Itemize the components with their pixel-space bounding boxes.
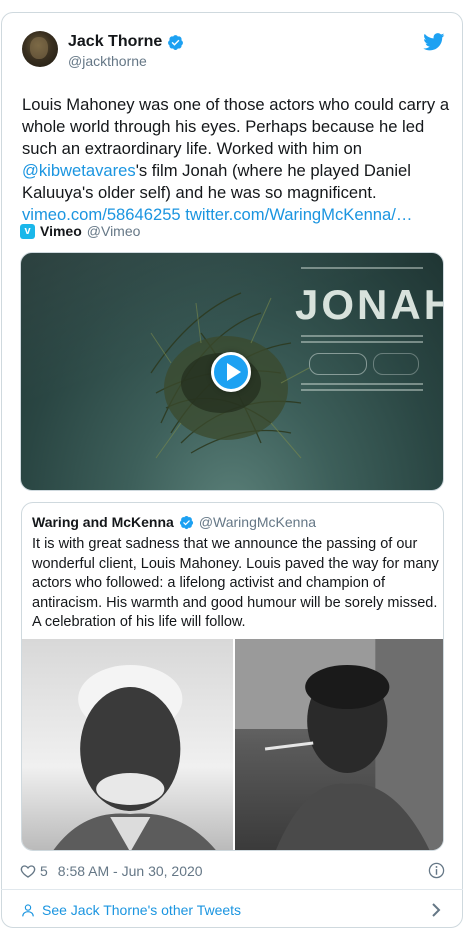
heart-icon[interactable]: [20, 863, 36, 879]
portrait-photo-older[interactable]: [22, 639, 233, 850]
verified-icon: [179, 515, 193, 529]
tweet-line: whole world through his eyes. Perhaps be…: [22, 117, 425, 136]
card-source-handle[interactable]: @Vimeo: [87, 223, 141, 239]
tweet-text: Louis Mahoney was one of those actors wh…: [22, 94, 450, 226]
quoted-line: antiracism. His warmth and good humour w…: [32, 594, 438, 611]
portrait-photo-younger[interactable]: [234, 639, 443, 850]
quoted-author-name[interactable]: Waring and McKenna: [32, 514, 174, 530]
poster-credit-line: [301, 389, 423, 391]
chevron-right-icon[interactable]: [431, 903, 441, 917]
poster-title: JONAH: [295, 281, 444, 328]
festival-laurel: [373, 353, 419, 375]
quoted-line: It is with great sadness that we announc…: [32, 536, 418, 552]
quoted-line: actors who followed: a lifelong activist…: [32, 575, 386, 591]
quoted-tweet[interactable]: Waring and McKenna @WaringMcKenna It is …: [21, 502, 444, 851]
poster-credit-line: [301, 383, 423, 385]
vimeo-logo-icon: v: [20, 223, 35, 239]
quoted-tweet-header: Waring and McKenna @WaringMcKenna: [32, 512, 316, 532]
quoted-tweet-text: It is with great sadness that we announc…: [32, 535, 439, 633]
video-player-thumbnail[interactable]: JONAH: [20, 252, 444, 491]
tweet-line-text: 's film Jonah (where he played Daniel: [135, 161, 411, 180]
tweet-line: such an extraordinary life. Worked with …: [22, 139, 363, 158]
poster-credit-line: [301, 267, 423, 269]
see-other-tweets-link[interactable]: See Jack Thorne's other Tweets: [21, 899, 445, 921]
author-name[interactable]: Jack Thorne: [68, 33, 162, 51]
tweet-line: Louis Mahoney was one of those actors wh…: [22, 95, 450, 114]
twitter-bird-icon[interactable]: [423, 33, 445, 51]
card-source-row[interactable]: v Vimeo @Vimeo: [20, 220, 140, 242]
play-icon[interactable]: [211, 352, 251, 392]
film-poster-overlay: JONAH: [295, 261, 444, 411]
person-icon: [22, 903, 34, 916]
poster-credit-line: [301, 335, 423, 337]
author-handle[interactable]: @jackthorne: [68, 53, 147, 69]
tweet-header: Jack Thorne @jackthorne: [22, 31, 447, 71]
avatar[interactable]: [22, 31, 58, 67]
quoted-tweet-images: [22, 639, 443, 850]
poster-credit-line: [301, 341, 423, 343]
portrait-younger-drawing: [234, 639, 443, 850]
quoted-line: A celebration of his life will follow.: [32, 614, 246, 630]
info-icon[interactable]: [428, 862, 445, 879]
card-source-name[interactable]: Vimeo: [40, 223, 82, 239]
see-other-tweets-label[interactable]: See Jack Thorne's other Tweets: [42, 902, 241, 918]
verified-icon: [168, 34, 184, 50]
festival-laurel: [309, 353, 367, 375]
quoted-tweet-url-link[interactable]: twitter.com/WaringMcKenna/…: [185, 205, 412, 224]
quoted-line: wonderful client, Louis Mahoney. Louis p…: [32, 555, 439, 572]
like-count[interactable]: 5: [40, 863, 48, 879]
quoted-author-handle[interactable]: @WaringMcKenna: [199, 514, 316, 530]
author-name-row[interactable]: Jack Thorne: [68, 32, 184, 52]
tweet-line: Kaluuya's older self) and he was so magn…: [22, 183, 377, 202]
mention-link[interactable]: @kibwetavares: [22, 161, 136, 180]
tweet-footer: 5 8:58 AM - Jun 30, 2020: [20, 860, 445, 882]
portrait-older-drawing: [53, 665, 216, 850]
tweet-line: @kibwetavares's film Jonah (where he pla…: [22, 160, 447, 182]
footer-divider: [1, 889, 463, 890]
tweet-timestamp[interactable]: 8:58 AM - Jun 30, 2020: [58, 863, 203, 879]
